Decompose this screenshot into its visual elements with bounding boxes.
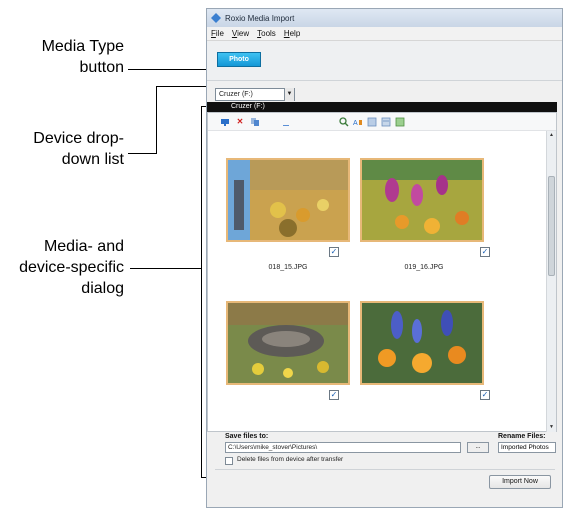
view-thumbs-icon[interactable] bbox=[395, 117, 405, 127]
callout-dialog-line2: device-specific bbox=[19, 259, 124, 276]
zoom-icon[interactable] bbox=[339, 117, 349, 127]
callout-device-line1: Device drop- bbox=[33, 130, 124, 147]
photo-checkbox[interactable]: ✓ bbox=[329, 247, 339, 257]
photo-image bbox=[362, 303, 482, 383]
menu-file[interactable]: File bbox=[211, 29, 224, 38]
copy-icon[interactable] bbox=[250, 117, 260, 127]
delete-after-transfer-checkbox[interactable] bbox=[225, 457, 233, 465]
photo-checkbox[interactable]: ✓ bbox=[329, 390, 339, 400]
callout-media-type-line2: button bbox=[79, 59, 124, 76]
photo-thumbnail[interactable] bbox=[360, 301, 484, 385]
scroll-down-arrow-icon[interactable]: ▼ bbox=[547, 423, 556, 432]
rename-files-field[interactable]: Imported Photos bbox=[498, 442, 556, 453]
sort-icon[interactable]: A bbox=[353, 117, 363, 127]
callout-dialog-line-h bbox=[130, 268, 201, 269]
app-logo-icon bbox=[211, 13, 221, 23]
photo-thumbnail[interactable] bbox=[360, 158, 484, 242]
media-type-bar: Photo bbox=[207, 41, 562, 81]
save-path-field[interactable]: C:\Users\mike_stover\Pictures\ bbox=[225, 442, 461, 453]
view-details-icon[interactable] bbox=[381, 117, 391, 127]
callout-dialog-line3: dialog bbox=[81, 280, 124, 297]
device-dropdown[interactable]: Cruzer (F:) ▼ bbox=[215, 88, 295, 101]
scroll-thumb[interactable] bbox=[548, 176, 555, 276]
photo-thumbnail[interactable] bbox=[226, 158, 350, 242]
delete-icon[interactable]: ✕ bbox=[235, 117, 245, 127]
svg-text:A: A bbox=[353, 120, 358, 127]
save-options: Save files to: C:\Users\mike_stover\Pict… bbox=[207, 433, 557, 477]
callout-device-line-h bbox=[128, 153, 156, 154]
device-header: Cruzer (F:) bbox=[207, 102, 557, 112]
upload-icon[interactable] bbox=[281, 117, 291, 127]
callout-dialog-line1: Media- and bbox=[43, 238, 124, 255]
callout-dialog: Media- and device-specific dialog bbox=[10, 236, 124, 299]
callout-media-type-line1: Media Type bbox=[41, 38, 124, 55]
callout-media-type: Media Type button bbox=[20, 36, 124, 78]
photo-image bbox=[228, 303, 348, 383]
device-dropdown-value: Cruzer (F:) bbox=[219, 91, 253, 98]
divider bbox=[215, 469, 555, 470]
photo-thumbnail[interactable] bbox=[226, 301, 350, 385]
photo-filename: 019_16.JPG bbox=[404, 264, 444, 271]
media-toolbar: ✕ A bbox=[208, 113, 556, 131]
menu-bar: File View Tools Help bbox=[207, 27, 562, 41]
rename-files-label: Rename Files: bbox=[498, 433, 546, 440]
app-window: Roxio Media Import File View Tools Help … bbox=[206, 8, 563, 508]
browse-button[interactable]: ... bbox=[467, 442, 489, 453]
callout-device-line2: down list bbox=[61, 151, 124, 168]
photo-filename: 018_15.JPG bbox=[268, 264, 308, 271]
delete-after-transfer-label: Delete files from device after transfer bbox=[237, 456, 344, 463]
photo-checkbox[interactable]: ✓ bbox=[480, 390, 490, 400]
menu-help[interactable]: Help bbox=[284, 29, 300, 38]
callout-dialog-bracket-v bbox=[201, 106, 202, 478]
scroll-up-arrow-icon[interactable]: ▲ bbox=[547, 131, 556, 140]
dropdown-arrow-icon[interactable]: ▼ bbox=[284, 88, 294, 101]
photo-media-button[interactable]: Photo bbox=[217, 52, 261, 67]
menu-tools[interactable]: Tools bbox=[257, 29, 276, 38]
monitor-icon[interactable] bbox=[220, 117, 230, 127]
panel-scrollbar[interactable]: ▲ ▼ bbox=[546, 131, 556, 432]
media-panel: ✕ A ✓ 018_15.JPG ✓ 019_16.JPG ✓ ✓ ▲ ▼ bbox=[207, 112, 557, 432]
save-files-label: Save files to: bbox=[225, 433, 269, 440]
photo-checkbox[interactable]: ✓ bbox=[480, 247, 490, 257]
import-now-button[interactable]: Import Now bbox=[489, 475, 551, 489]
photo-image bbox=[362, 160, 482, 240]
photo-image bbox=[228, 160, 348, 240]
window-title: Roxio Media Import bbox=[225, 13, 295, 23]
callout-device-line-v bbox=[156, 86, 157, 154]
callout-device: Device drop- down list bbox=[10, 128, 124, 170]
callout-media-type-line bbox=[128, 69, 210, 70]
title-bar: Roxio Media Import bbox=[207, 9, 562, 27]
menu-view[interactable]: View bbox=[232, 29, 249, 38]
view-list-icon[interactable] bbox=[367, 117, 377, 127]
